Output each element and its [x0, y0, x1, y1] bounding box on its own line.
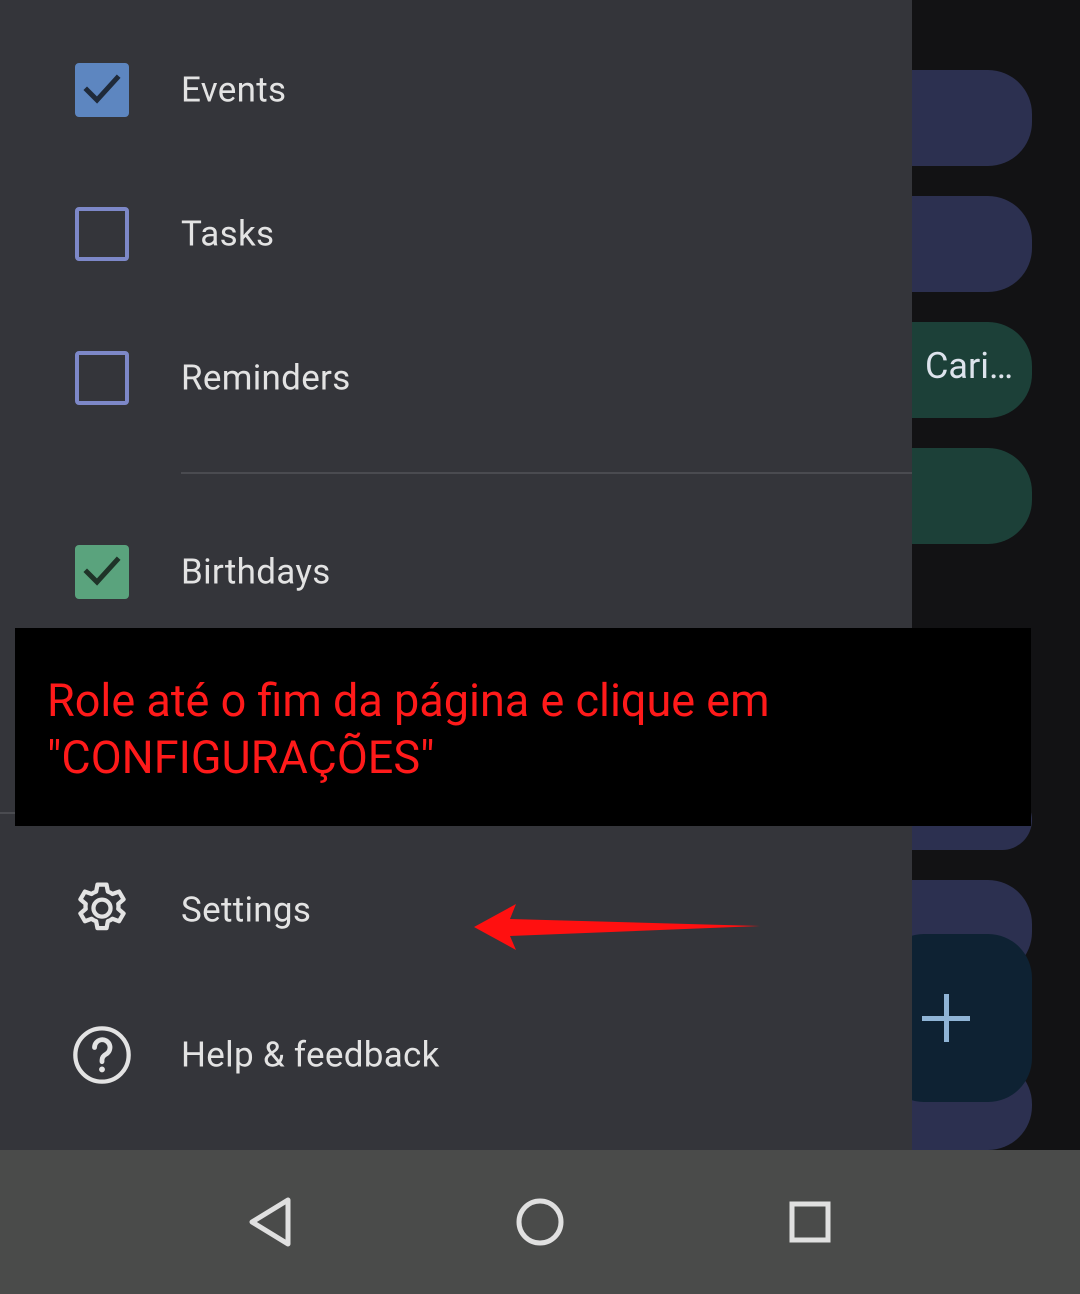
calendar-toggle-birthdays[interactable]: Birthdays — [0, 522, 912, 622]
back-icon[interactable] — [238, 1190, 302, 1254]
checkbox-unchecked[interactable] — [75, 351, 129, 405]
calendar-label: Tasks — [181, 213, 275, 255]
help-feedback-menu-item[interactable]: Help & feedback — [0, 1005, 912, 1105]
instruction-line: "CONFIGURAÇÕES" — [47, 731, 435, 784]
checkbox-checked[interactable] — [75, 545, 129, 599]
instruction-banner: Role até o fim da página e clique em "CO… — [15, 628, 1031, 826]
checkbox-unchecked[interactable] — [75, 207, 129, 261]
instruction-text: Role até o fim da página e clique em "CO… — [47, 672, 1007, 786]
calendar-toggle-events[interactable]: Events — [0, 40, 912, 140]
system-navigation-bar — [0, 1150, 1080, 1294]
gear-icon — [70, 878, 134, 942]
calendar-toggle-reminders[interactable]: Reminders — [0, 328, 912, 428]
divider — [0, 812, 16, 814]
pointer-arrow-icon — [474, 904, 760, 950]
settings-menu-item[interactable]: Settings — [0, 860, 912, 960]
divider — [181, 472, 912, 474]
calendar-label: Reminders — [181, 357, 351, 399]
checkmark-icon — [83, 74, 121, 104]
calendar-toggle-tasks[interactable]: Tasks — [0, 184, 912, 284]
settings-label: Settings — [181, 889, 312, 931]
help-icon — [70, 1023, 134, 1087]
checkbox-checked[interactable] — [75, 63, 129, 117]
event-chip-label: Cari… — [925, 345, 1014, 387]
instruction-line: Role até o fim da página e clique em — [47, 674, 770, 727]
checkmark-icon — [83, 556, 121, 586]
help-feedback-label: Help & feedback — [181, 1034, 440, 1076]
home-icon[interactable] — [508, 1190, 572, 1254]
calendar-label: Events — [181, 69, 287, 111]
recents-icon[interactable] — [778, 1190, 842, 1254]
navigation-drawer: Events Tasks Reminders Birthdays Setting… — [0, 0, 912, 1150]
calendar-label: Birthdays — [181, 551, 331, 593]
